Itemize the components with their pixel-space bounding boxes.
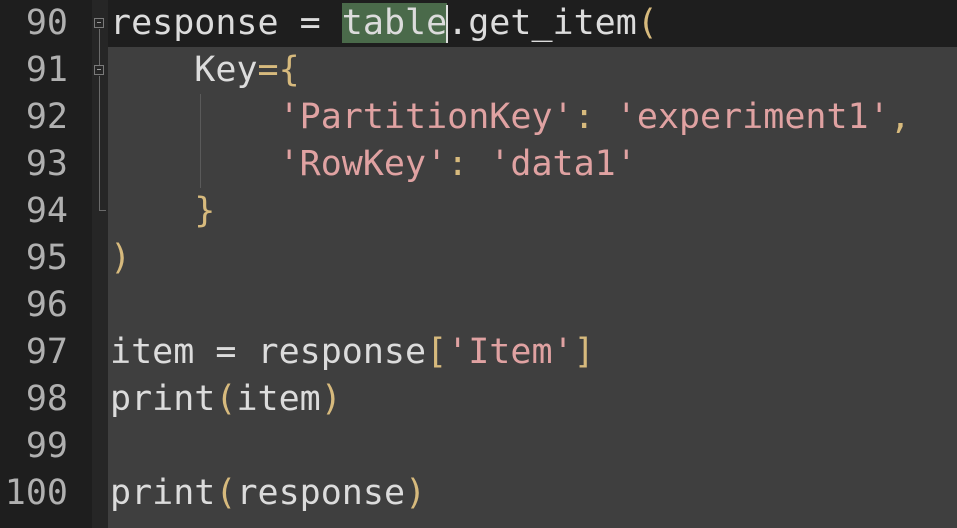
code-token: ) bbox=[110, 238, 132, 278]
code-string: 'PartitionKey' bbox=[278, 97, 574, 137]
fold-collapse-icon[interactable] bbox=[94, 65, 104, 75]
line-number: 91 bbox=[25, 50, 68, 90]
line-number: 96 bbox=[25, 285, 68, 325]
line-number: 93 bbox=[25, 144, 68, 184]
code-token: ={ bbox=[257, 50, 300, 90]
code-line-95[interactable]: ) bbox=[110, 235, 131, 282]
code-token: ( bbox=[636, 3, 658, 43]
code-token: ) bbox=[320, 379, 342, 419]
code-string: 'data1' bbox=[489, 144, 637, 184]
code-token: print bbox=[110, 473, 216, 513]
code-token: : bbox=[447, 144, 490, 184]
line-number: 92 bbox=[25, 97, 68, 137]
code-token: item = response bbox=[110, 332, 427, 372]
line-number: 90 bbox=[25, 3, 68, 43]
line-number: 94 bbox=[25, 191, 68, 231]
code-token: } bbox=[194, 191, 216, 231]
code-string: 'experiment1' bbox=[615, 97, 890, 137]
line-number: 99 bbox=[25, 426, 68, 466]
code-string: 'Item' bbox=[447, 332, 574, 372]
line-number: 98 bbox=[25, 379, 68, 419]
line-number: 95 bbox=[25, 238, 68, 278]
code-token: : bbox=[573, 97, 616, 137]
line-number-gutter: 90 91 92 93 94 95 96 97 98 99 100 bbox=[0, 0, 92, 528]
fold-guide-line bbox=[99, 76, 100, 210]
code-token: ) bbox=[405, 473, 427, 513]
code-line-90[interactable]: response = table.get_item( bbox=[110, 0, 658, 47]
code-line-91[interactable]: Key={ bbox=[110, 47, 300, 94]
fold-collapse-icon[interactable] bbox=[94, 18, 104, 28]
fold-end-marker bbox=[99, 210, 106, 211]
code-line-94[interactable]: } bbox=[110, 188, 215, 235]
code-token: response = bbox=[110, 3, 342, 43]
code-line-100[interactable]: print(response) bbox=[110, 470, 426, 517]
code-token: , bbox=[889, 97, 911, 137]
code-editor[interactable]: 90 91 92 93 94 95 96 97 98 99 100 respon… bbox=[0, 0, 957, 528]
line-number: 97 bbox=[25, 332, 68, 372]
code-token: Key bbox=[194, 50, 258, 90]
code-line-97[interactable]: item = response['Item'] bbox=[110, 329, 595, 376]
line-number: 100 bbox=[4, 473, 68, 513]
code-token: ( bbox=[215, 473, 237, 513]
code-line-98[interactable]: print(item) bbox=[110, 376, 342, 423]
code-token: print bbox=[110, 379, 216, 419]
fold-guide-line bbox=[99, 29, 100, 65]
code-token: response bbox=[236, 473, 406, 513]
code-token: ] bbox=[573, 332, 595, 372]
code-token: .get_item bbox=[447, 3, 637, 43]
code-token: ( bbox=[215, 379, 237, 419]
word-highlight: table bbox=[341, 3, 448, 43]
code-line-93[interactable]: 'RowKey': 'data1' bbox=[110, 141, 637, 188]
code-token: item bbox=[236, 379, 321, 419]
code-token: [ bbox=[426, 332, 448, 372]
fold-margin bbox=[92, 0, 108, 528]
code-string: 'RowKey' bbox=[278, 144, 448, 184]
code-line-92[interactable]: 'PartitionKey': 'experiment1', bbox=[110, 94, 911, 141]
